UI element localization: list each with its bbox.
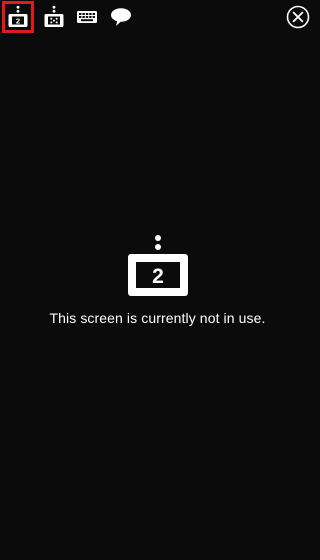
top-toolbar: 2 [0, 0, 315, 34]
keyboard-button[interactable] [71, 1, 103, 33]
status-message: This screen is currently not in use. [49, 310, 266, 326]
screen-2-large-icon: 2 [126, 234, 190, 298]
screen-2-icon: 2 [7, 5, 29, 29]
screen-2-button[interactable]: 2 [2, 1, 34, 33]
screen-select-button[interactable] [38, 1, 70, 33]
close-button[interactable] [282, 1, 314, 33]
screen-number-label: 2 [152, 265, 164, 288]
empty-screen-panel: 2 This screen is currently not in use. [0, 234, 315, 326]
close-circle-icon [286, 5, 310, 29]
screen-dots-icon [43, 5, 65, 29]
keyboard-icon [76, 9, 98, 25]
speech-bubble-icon [110, 7, 132, 27]
screen-2-icon-number: 2 [16, 17, 20, 26]
chat-button[interactable] [105, 1, 137, 33]
